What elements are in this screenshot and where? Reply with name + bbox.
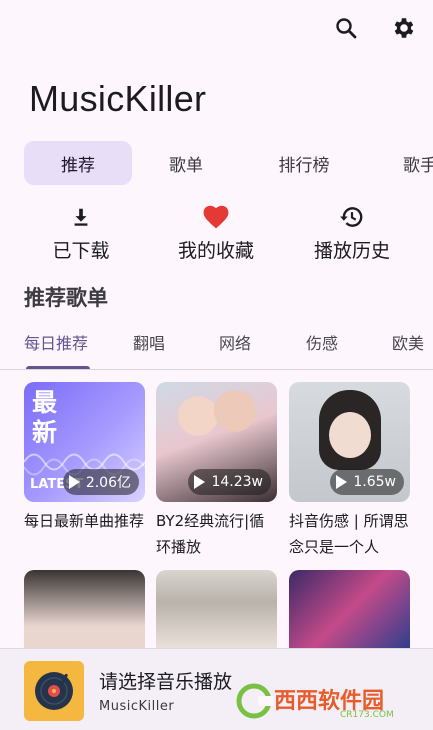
playlist-title: BY2经典流行|循环播放: [156, 512, 265, 556]
cover-figure: [178, 396, 218, 436]
cover-text: 最新: [32, 388, 58, 447]
category-tabs: 每日推荐 翻唱 网络 伤感 欧美: [0, 326, 433, 370]
cover-figure: [329, 412, 371, 458]
history-label: 播放历史: [313, 240, 390, 262]
subtab-cover[interactable]: 翻唱: [133, 330, 165, 354]
playlist-card[interactable]: 1.65w 抖音伤感 | 所谓思念只是一个人: [289, 382, 410, 560]
now-playing-subtitle: MusicKiller: [99, 699, 175, 714]
cover-figure: [214, 390, 256, 432]
watermark: 西西软件园 CR173.COM: [236, 682, 412, 720]
watermark-logo: 西西软件园 CR173.COM: [236, 683, 394, 720]
tab-charts[interactable]: 排行榜: [250, 141, 358, 185]
play-count: 14.23w: [211, 474, 263, 490]
download-icon: [70, 204, 92, 230]
favorites-button[interactable]: 我的收藏: [156, 204, 276, 263]
album-art: [24, 661, 84, 721]
play-count-badge[interactable]: 14.23w: [188, 469, 271, 495]
play-count: 1.65w: [353, 474, 396, 490]
playlist-cover: [289, 570, 410, 650]
downloaded-label: 已下载: [52, 240, 110, 262]
tab-recommend[interactable]: 推荐: [24, 141, 132, 185]
subtab-daily[interactable]: 每日推荐: [24, 330, 88, 354]
playlist-cover: 1.65w: [289, 382, 410, 502]
svg-text:CR173.COM: CR173.COM: [340, 710, 394, 720]
playlist-card[interactable]: [156, 570, 277, 650]
playlist-cover: [156, 570, 277, 650]
main-tabs: 推荐 歌单 排行榜 歌手: [0, 141, 433, 185]
play-count-badge[interactable]: 2.06亿: [62, 469, 139, 495]
gear-icon[interactable]: [384, 8, 424, 48]
subtab-sad[interactable]: 伤感: [306, 330, 338, 354]
now-playing-title: 请选择音乐播放: [99, 671, 233, 693]
tab-playlists[interactable]: 歌单: [132, 141, 240, 185]
top-app-bar: [0, 0, 433, 60]
favorites-label: 我的收藏: [177, 240, 254, 262]
vinyl-icon: [35, 672, 73, 710]
app-title: MusicKiller: [29, 78, 207, 119]
play-icon: [68, 475, 80, 489]
tab-artists[interactable]: 歌手: [392, 141, 433, 185]
heart-icon: [203, 204, 229, 230]
playlist-card[interactable]: 最新 LATEST 2.06亿 每日最新单曲推荐: [24, 382, 145, 534]
playlist-cover: 14.23w: [156, 382, 277, 502]
search-icon[interactable]: [326, 8, 366, 48]
play-icon: [336, 475, 348, 489]
playlist-card[interactable]: 14.23w BY2经典流行|循环播放: [156, 382, 277, 560]
section-title: 推荐歌单: [24, 286, 108, 310]
subtab-western[interactable]: 欧美: [392, 330, 424, 354]
playlist-card[interactable]: [24, 570, 145, 650]
playlist-cover: [24, 570, 145, 650]
subtab-network[interactable]: 网络: [219, 330, 251, 354]
play-icon: [194, 475, 206, 489]
play-count: 2.06亿: [85, 475, 131, 491]
history-icon: [339, 204, 365, 230]
playlist-cover: 最新 LATEST 2.06亿: [24, 382, 145, 502]
subtab-indicator: [26, 366, 90, 369]
playlist-title: 抖音伤感 | 所谓思念只是一个人: [289, 512, 409, 556]
downloaded-button[interactable]: 已下载: [21, 204, 141, 263]
playlist-title: 每日最新单曲推荐: [24, 512, 145, 530]
history-button[interactable]: 播放历史: [292, 204, 412, 263]
play-count-badge[interactable]: 1.65w: [330, 469, 404, 495]
quick-actions: 已下载 我的收藏 播放历史: [0, 204, 433, 268]
playlist-card[interactable]: [289, 570, 410, 650]
